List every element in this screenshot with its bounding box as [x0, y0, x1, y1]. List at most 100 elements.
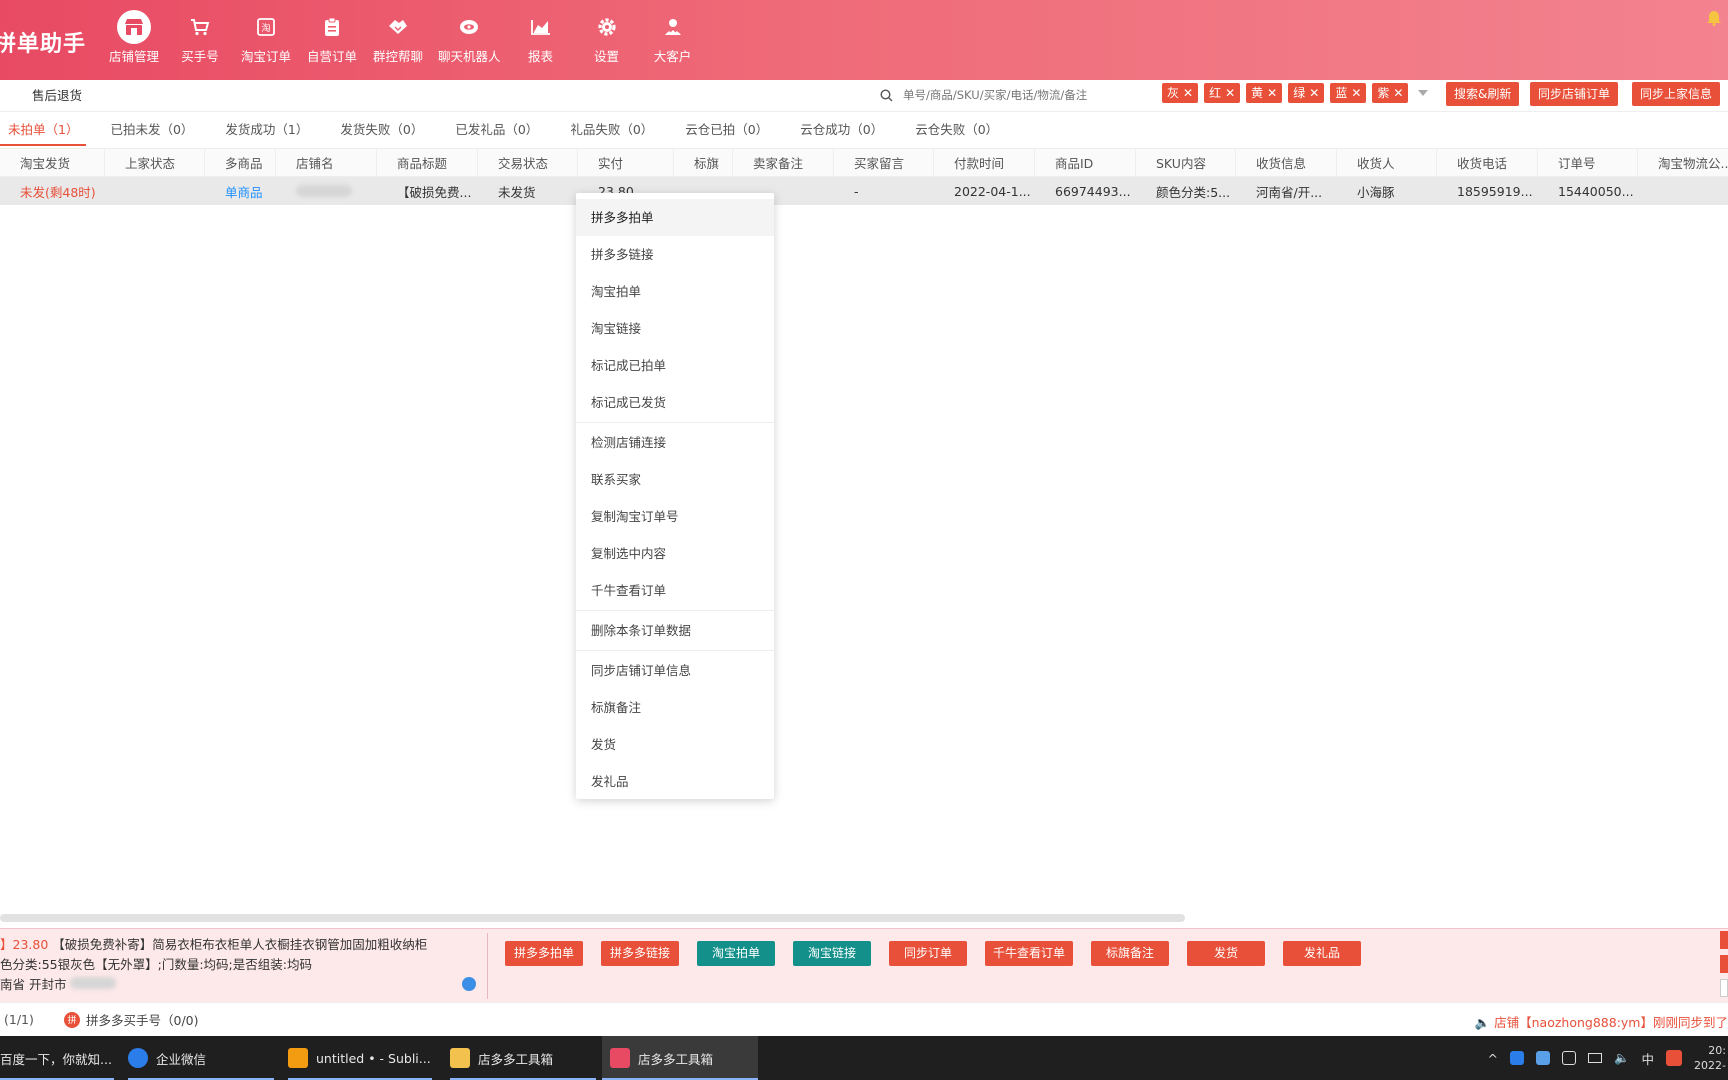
column-header[interactable]: 商品ID	[1035, 149, 1136, 176]
volume-icon[interactable]: 🔈	[1614, 1050, 1630, 1066]
pdd-order-button[interactable]: 拼多多拍单	[505, 941, 583, 966]
cell-multi-product[interactable]: 单商品	[205, 177, 276, 205]
taskbar-item-browser[interactable]: 百度一下，你就知...	[0, 1036, 114, 1080]
column-header[interactable]: 订单号	[1538, 149, 1638, 176]
menu-taobao-order[interactable]: 淘宝拍单	[576, 273, 774, 310]
menu-send-gift[interactable]: 发礼品	[576, 763, 774, 800]
nav-group-chat[interactable]: 群控帮聊	[372, 14, 424, 65]
column-header[interactable]: 买家留言	[834, 149, 934, 176]
table-row[interactable]: 未发(剩48时) 单商品 【破损免费... 未发货 23.80 - 2022-0…	[0, 177, 1728, 205]
copy-icon[interactable]	[462, 977, 476, 991]
column-header[interactable]: 交易状态	[478, 149, 578, 176]
sync-order-button[interactable]: 同步订单	[889, 941, 967, 966]
tab-gift-failed[interactable]: 礼品失败（0）	[562, 120, 661, 146]
menu-flag-note[interactable]: 标旗备注	[576, 689, 774, 726]
nav-buyer-accounts[interactable]: 买手号	[174, 14, 226, 65]
taobao-order-button[interactable]: 淘宝拍单	[697, 941, 775, 966]
nav-reports[interactable]: 报表	[515, 14, 567, 65]
tray-app-icon[interactable]	[1535, 1051, 1550, 1065]
pdd-accounts-status[interactable]: 拼 拼多多买手号（0/0)	[64, 1010, 199, 1029]
column-header[interactable]: 淘宝发货	[0, 149, 105, 176]
column-header[interactable]: 店铺名	[276, 149, 377, 176]
tag-purple[interactable]: 紫 ✕	[1372, 83, 1409, 103]
close-icon[interactable]: ✕	[1225, 83, 1235, 103]
ime-indicator[interactable]: 中	[1642, 1049, 1655, 1068]
flag-note-button[interactable]: 标旗备注	[1091, 941, 1170, 966]
tab-gift-sent[interactable]: 已发礼品（0）	[447, 120, 546, 146]
close-icon[interactable]: ✕	[1267, 83, 1277, 103]
menu-pdd-link[interactable]: 拼多多链接	[576, 236, 774, 273]
column-header[interactable]: 多商品	[205, 149, 276, 176]
menu-contact-buyer[interactable]: 联系买家	[576, 461, 774, 498]
column-header[interactable]: 收货电话	[1437, 149, 1538, 176]
chevron-up-icon[interactable]: ^	[1487, 1051, 1497, 1066]
clock[interactable]: 20: 2022-	[1694, 1043, 1726, 1073]
close-icon[interactable]: ✕	[1393, 83, 1403, 103]
edge-button[interactable]	[1720, 931, 1728, 949]
column-header[interactable]: 收货信息	[1236, 149, 1337, 176]
tag-blue[interactable]: 蓝 ✕	[1330, 83, 1367, 103]
taskbar-item-wecom[interactable]: 企业微信	[128, 1036, 274, 1080]
tab-shipped-success[interactable]: 发货成功（1）	[217, 120, 316, 146]
tag-gray[interactable]: 灰 ✕	[1162, 83, 1199, 103]
menu-copy-taobao-order-no[interactable]: 复制淘宝订单号	[576, 498, 774, 535]
taobao-link-button[interactable]: 淘宝链接	[793, 941, 871, 966]
menu-mark-shipped[interactable]: 标记成已发货	[576, 384, 774, 421]
menu-check-shop-connection[interactable]: 检测店铺连接	[576, 424, 774, 461]
sync-shop-orders-button[interactable]: 同步店铺订单	[1530, 82, 1619, 106]
tab-ordered-unshipped[interactable]: 已拍未发（0）	[102, 120, 201, 146]
tray-app-icon[interactable]	[1509, 1051, 1524, 1065]
search-refresh-button[interactable]: 搜索&刷新	[1446, 82, 1520, 106]
nav-store-management[interactable]: 店铺管理	[108, 10, 160, 65]
tag-red[interactable]: 红 ✕	[1204, 83, 1241, 103]
nav-own-orders[interactable]: 自营订单	[306, 14, 358, 65]
nav-taobao-orders[interactable]: 淘 淘宝订单	[240, 14, 292, 65]
column-header[interactable]: 商品标题	[377, 149, 478, 176]
search-box[interactable]	[874, 83, 1144, 107]
menu-qianniu-view-order[interactable]: 千牛查看订单	[576, 572, 774, 609]
column-header[interactable]: 实付	[578, 149, 674, 176]
ship-button[interactable]: 发货	[1187, 941, 1266, 966]
column-header[interactable]: 收货人	[1337, 149, 1437, 176]
tab-shipped-failed[interactable]: 发货失败（0）	[332, 120, 431, 146]
tab-cloud-success[interactable]: 云仓成功（0）	[792, 120, 891, 146]
network-icon[interactable]	[1587, 1053, 1602, 1063]
horizontal-scrollbar[interactable]	[0, 914, 1185, 922]
input-method-icon[interactable]	[1666, 1050, 1683, 1066]
menu-pdd-order[interactable]: 拼多多拍单	[576, 199, 774, 236]
chevron-down-icon[interactable]	[1418, 90, 1429, 96]
menu-copy-selection[interactable]: 复制选中内容	[576, 535, 774, 572]
tab-unordered[interactable]: 未拍单（1）	[0, 120, 87, 146]
nav-key-accounts[interactable]: 大客户	[647, 14, 699, 65]
close-icon[interactable]: ✕	[1309, 83, 1319, 103]
close-icon[interactable]: ✕	[1351, 83, 1361, 103]
taskbar-item-sublime[interactable]: untitled • - Subli...	[288, 1036, 432, 1080]
column-header[interactable]: 付款时间	[934, 149, 1035, 176]
tab-cloud-failed[interactable]: 云仓失败（0）	[907, 120, 1006, 146]
menu-mark-ordered[interactable]: 标记成已拍单	[576, 347, 774, 384]
tag-yellow[interactable]: 黄 ✕	[1246, 83, 1283, 103]
menu-delete-order-data[interactable]: 删除本条订单数据	[576, 612, 774, 649]
menu-taobao-link[interactable]: 淘宝链接	[576, 310, 774, 347]
send-gift-button[interactable]: 发礼品	[1283, 941, 1362, 966]
menu-ship[interactable]: 发货	[576, 726, 774, 763]
menu-sync-shop-order-info[interactable]: 同步店铺订单信息	[576, 652, 774, 689]
column-header[interactable]: 标旗	[674, 149, 733, 176]
column-header[interactable]: 卖家备注	[733, 149, 834, 176]
tag-green[interactable]: 绿 ✕	[1288, 83, 1325, 103]
nav-chat-robot[interactable]: 聊天机器人	[438, 14, 501, 65]
search-input[interactable]	[903, 88, 1133, 102]
aftersale-link[interactable]: 售后退货	[32, 85, 82, 104]
taskbar-item-folder[interactable]: 店多多工具箱	[450, 1036, 596, 1080]
close-icon[interactable]: ✕	[1183, 83, 1193, 103]
edge-button[interactable]	[1720, 955, 1728, 973]
edge-button[interactable]	[1720, 979, 1728, 997]
pdd-link-button[interactable]: 拼多多链接	[601, 941, 679, 966]
tab-cloud-ordered[interactable]: 云仓已拍（0）	[677, 120, 776, 146]
qianniu-view-order-button[interactable]: 千牛查看订单	[985, 941, 1074, 966]
nav-settings[interactable]: 设置	[581, 14, 633, 65]
sync-seller-info-button[interactable]: 同步上家信息	[1632, 82, 1721, 106]
column-header[interactable]: 上家状态	[105, 149, 205, 176]
tray-app-icon[interactable]	[1561, 1051, 1576, 1065]
taskbar-item-toolbox[interactable]: 店多多工具箱	[602, 1036, 758, 1080]
